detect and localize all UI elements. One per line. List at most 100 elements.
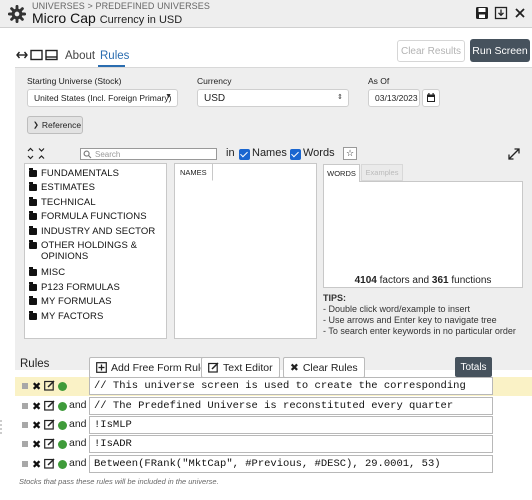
favorites-star-button[interactable]: ☆ bbox=[343, 147, 357, 160]
edit-rule-icon[interactable] bbox=[44, 400, 55, 411]
title-text: Micro Cap bbox=[32, 10, 96, 26]
tree-item-estimates[interactable]: ESTIMATES bbox=[29, 182, 95, 193]
folder-icon bbox=[29, 168, 37, 177]
clear-results-button[interactable]: Clear Results bbox=[397, 40, 465, 62]
chevron-down-icon: ▼ bbox=[165, 93, 172, 100]
star-icon: ☆ bbox=[345, 148, 355, 158]
edit-rule-icon[interactable] bbox=[44, 419, 55, 430]
tree-item-my-formulas[interactable]: MY FORMULAS bbox=[29, 296, 112, 307]
and-operator-label: and bbox=[69, 418, 87, 430]
gear-icon[interactable] bbox=[8, 5, 26, 23]
clear-rules-label: Clear Rules bbox=[302, 361, 358, 374]
names-checkbox[interactable] bbox=[239, 149, 250, 160]
reference-toggle-button[interactable]: ❯ Reference bbox=[27, 116, 83, 134]
chevron-down-icon: ❯ bbox=[33, 122, 39, 129]
reference-search-placeholder: Search bbox=[95, 149, 121, 159]
currency-select[interactable]: USD ⇕ bbox=[197, 89, 349, 107]
tree-item-technical[interactable]: TECHNICAL bbox=[29, 197, 96, 208]
tree-item-misc[interactable]: MISC bbox=[29, 267, 65, 278]
sort-arrows-icon[interactable] bbox=[26, 147, 50, 160]
function-count-text: functions bbox=[451, 275, 492, 286]
resize-handle-icon[interactable] bbox=[0, 420, 2, 436]
drag-handle-icon[interactable] bbox=[22, 383, 28, 389]
edit-rule-icon[interactable] bbox=[44, 458, 55, 469]
as-of-date-value: 03/13/2023 bbox=[375, 93, 418, 103]
edit-rule-icon[interactable] bbox=[44, 438, 55, 449]
drag-handle-icon[interactable] bbox=[22, 422, 28, 428]
rule-input[interactable]: !IsADR bbox=[89, 435, 493, 453]
folder-icon bbox=[29, 311, 37, 320]
words-checkbox[interactable] bbox=[290, 149, 301, 160]
tab-about[interactable]: About bbox=[65, 50, 95, 62]
add-free-form-rule-label: Add Free Form Rule bbox=[111, 361, 207, 374]
as-of-date-input[interactable]: 03/13/2023 bbox=[368, 89, 420, 107]
totals-button[interactable]: Totals bbox=[455, 357, 492, 377]
rule-input[interactable]: // The Predefined Universe is reconstitu… bbox=[89, 397, 493, 415]
delete-rule-icon[interactable]: ✖ bbox=[32, 419, 41, 432]
tree-item-my-factors[interactable]: MY FACTORS bbox=[29, 311, 103, 322]
function-count: 361 bbox=[431, 275, 449, 286]
words-pane[interactable] bbox=[323, 181, 523, 288]
calendar-icon bbox=[427, 93, 435, 102]
rule-input[interactable]: Between(FRank("MktCap", #Previous, #DESC… bbox=[89, 455, 493, 473]
add-free-form-rule-button[interactable]: Add Free Form Rule bbox=[89, 357, 214, 378]
names-pane[interactable] bbox=[174, 163, 317, 339]
tree-item-other-holdings[interactable]: OTHER HOLDINGS & OPINIONS bbox=[29, 240, 137, 262]
tree-item-p123-formulas[interactable]: P123 FORMULAS bbox=[29, 282, 120, 293]
drag-handle-icon[interactable] bbox=[22, 441, 28, 447]
folder-icon bbox=[29, 182, 37, 191]
rule-row[interactable]: ✖ and !IsMLP bbox=[15, 416, 532, 435]
and-operator-label: and bbox=[69, 399, 87, 411]
tab-examples[interactable]: Examples bbox=[361, 164, 403, 181]
add-icon bbox=[96, 362, 107, 373]
folder-icon bbox=[29, 197, 37, 206]
tab-words[interactable]: WORDS bbox=[323, 164, 360, 182]
tree-item-fundamentals[interactable]: FUNDAMENTALS bbox=[29, 168, 119, 179]
delete-rule-icon[interactable]: ✖ bbox=[32, 458, 41, 471]
reference-label: Reference bbox=[41, 120, 82, 130]
rule-status-indicator bbox=[58, 421, 67, 430]
delete-rule-icon[interactable]: ✖ bbox=[32, 400, 41, 413]
page-title: Micro Cap Currency in USD bbox=[32, 10, 182, 26]
search-in-label: in bbox=[226, 147, 235, 159]
rule-input[interactable]: // This universe screen is used to creat… bbox=[89, 377, 493, 395]
folder-icon bbox=[29, 267, 37, 276]
delete-rule-icon[interactable]: ✖ bbox=[32, 380, 41, 393]
edit-rule-icon[interactable] bbox=[44, 380, 55, 391]
split-view-icon bbox=[30, 49, 43, 61]
save-icon[interactable] bbox=[475, 6, 489, 20]
text-editor-button[interactable]: Text Editor bbox=[201, 357, 280, 378]
reference-search-input[interactable]: Search bbox=[80, 148, 217, 160]
tree-item-formula-functions[interactable]: FORMULA FUNCTIONS bbox=[29, 211, 147, 222]
clear-rules-button[interactable]: ✖ Clear Rules bbox=[283, 357, 365, 378]
starting-universe-select[interactable]: United States (Incl. Foreign Primary) ▼ bbox=[27, 89, 178, 107]
rule-row[interactable]: ✖ and !IsADR bbox=[15, 435, 532, 454]
starting-universe-label: Starting Universe (Stock) bbox=[27, 76, 122, 86]
tab-names[interactable]: NAMES bbox=[175, 164, 213, 181]
download-icon[interactable] bbox=[494, 6, 508, 20]
rule-row[interactable]: ✖ and // The Predefined Universe is reco… bbox=[15, 397, 532, 416]
names-checkbox-label: Names bbox=[252, 147, 287, 159]
rule-row[interactable]: ✖ and Between(FRank("MktCap", #Previous,… bbox=[15, 455, 532, 474]
starting-universe-value: United States (Incl. Foreign Primary) bbox=[34, 93, 172, 103]
tab-rules[interactable]: Rules bbox=[100, 50, 129, 62]
drag-handle-icon[interactable] bbox=[22, 403, 28, 409]
calendar-button[interactable] bbox=[422, 89, 440, 107]
factor-function-count: 4104 factors and 361 functions bbox=[323, 275, 523, 286]
tree-item-industry-and-sector[interactable]: INDUSTRY AND SECTOR bbox=[29, 226, 155, 237]
words-checkbox-label: Words bbox=[303, 147, 335, 159]
close-icon[interactable] bbox=[513, 6, 527, 20]
delete-rule-icon[interactable]: ✖ bbox=[32, 438, 41, 451]
rule-row[interactable]: ✖ // This universe screen is used to cre… bbox=[15, 377, 532, 396]
drag-handle-icon[interactable] bbox=[22, 461, 28, 467]
layout-toggle-icons[interactable] bbox=[16, 49, 60, 61]
rules-heading: Rules bbox=[20, 358, 50, 370]
tips-heading: TIPS: bbox=[323, 293, 347, 303]
expand-icon[interactable] bbox=[508, 148, 520, 160]
rules-footer-note: Stocks that pass these rules will be inc… bbox=[19, 477, 219, 486]
factor-tree[interactable]: FUNDAMENTALS ESTIMATES TECHNICAL FORMULA… bbox=[24, 163, 167, 339]
and-operator-label: and bbox=[69, 437, 87, 449]
run-screen-button[interactable]: Run Screen bbox=[470, 39, 530, 62]
rule-input[interactable]: !IsMLP bbox=[89, 416, 493, 434]
edit-icon bbox=[208, 362, 219, 373]
